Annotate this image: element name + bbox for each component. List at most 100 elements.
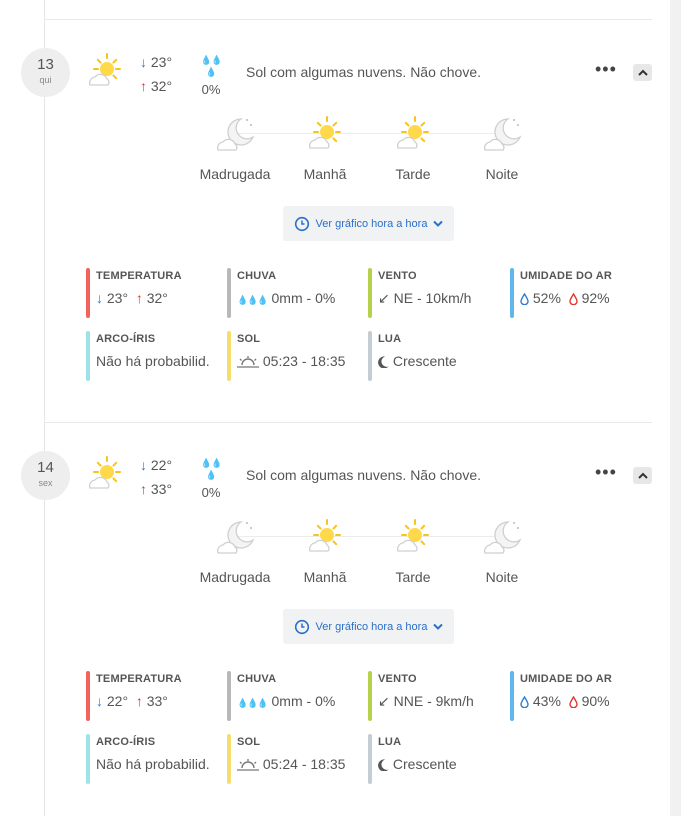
collapse-button[interactable] xyxy=(633,467,652,484)
arrow-down-icon: ↓ xyxy=(140,54,147,70)
rain-summary: 💧💧💧 0% xyxy=(198,457,224,500)
stat-color-bar xyxy=(227,671,231,721)
stat-value: Crescente xyxy=(378,756,498,772)
stat-color-bar xyxy=(368,331,372,381)
humidity-max: 92% xyxy=(581,290,610,306)
stat-title: SOL xyxy=(237,333,261,345)
stat-arco-iris: ARCO-ÍRIS Não há probabilid. xyxy=(86,331,216,381)
wind-value: NNE - 9km/h xyxy=(393,693,474,709)
period-noite: Noite xyxy=(457,517,547,585)
stat-value: 💧💧💧 0mm - 0% xyxy=(237,693,357,709)
sun-times: 05:24 - 18:35 xyxy=(262,756,346,772)
stat-lua: LUA Crescente xyxy=(368,331,498,381)
collapse-button[interactable] xyxy=(633,64,652,81)
day-number: 14 xyxy=(37,459,54,476)
arrow-down-icon: ↓ xyxy=(96,693,103,709)
sun-times: 05:23 - 18:35 xyxy=(262,353,346,369)
stat-vento: VENTO ↙ NNE - 9km/h xyxy=(368,671,498,721)
stat-value: ↙ NE - 10km/h xyxy=(378,290,498,307)
raindrops-icon: 💧💧💧 xyxy=(200,458,222,480)
arrow-down-icon: ↓ xyxy=(96,290,103,306)
humidity-min: 52% xyxy=(532,290,561,306)
hourly-chart-button[interactable]: Ver gráfico hora a hora xyxy=(283,609,454,644)
period-label: Noite xyxy=(485,569,519,585)
stat-value: Não há probabilid. xyxy=(96,353,210,369)
sun-cloud-icon xyxy=(397,116,429,149)
stat-color-bar xyxy=(86,734,90,784)
stat-vento: VENTO ↙ NE - 10km/h xyxy=(368,268,498,318)
stat-value: 05:24 - 18:35 xyxy=(237,756,357,772)
period-label: Noite xyxy=(485,166,519,182)
stat-value: ↓ 23° ↑ 32° xyxy=(96,290,216,306)
stat-color-bar xyxy=(227,268,231,318)
temp-min: 22° xyxy=(150,457,173,473)
stat-title: LUA xyxy=(378,736,402,748)
clock-icon xyxy=(294,216,309,231)
humidity-max: 90% xyxy=(581,693,610,709)
stat-title: ARCO-ÍRIS xyxy=(96,736,156,748)
stat-color-bar xyxy=(510,671,514,721)
hourly-chart-label: Ver gráfico hora a hora xyxy=(315,620,428,633)
clock-icon xyxy=(294,619,309,634)
arrow-up-icon: ↑ xyxy=(140,78,147,94)
temp-min: 23° xyxy=(106,290,129,306)
hourly-chart-label: Ver gráfico hora a hora xyxy=(315,217,428,230)
arrow-down-icon: ↓ xyxy=(140,457,147,473)
stat-title: ARCO-ÍRIS xyxy=(96,333,156,345)
period-manha: Manhã xyxy=(280,517,370,585)
period-label: Tarde xyxy=(395,569,431,585)
sun-cloud-icon xyxy=(309,519,341,552)
temp-max: 32° xyxy=(146,290,168,306)
day-forecast-14: 14 sex ↓ 22° ↑ 33° 💧💧💧 0% Sol com alguma… xyxy=(0,451,670,831)
more-options-icon[interactable]: ••• xyxy=(595,60,617,78)
stat-value: ↙ NNE - 9km/h xyxy=(378,693,498,710)
moon-phase-icon xyxy=(378,759,389,772)
temp-max: 33° xyxy=(146,693,168,709)
period-madrugada: Madrugada xyxy=(190,517,280,585)
sun-cloud-icon xyxy=(85,454,125,494)
stat-value: 💧💧💧 0mm - 0% xyxy=(237,290,357,306)
period-label: Manhã xyxy=(303,569,347,585)
moon-phase: Crescente xyxy=(392,756,457,772)
temperature-summary: ↓ 22° ↑ 33° xyxy=(140,453,172,501)
stat-value: 43% 90% xyxy=(520,693,640,709)
more-options-icon[interactable]: ••• xyxy=(595,463,617,481)
stat-sol: SOL 05:23 - 18:35 xyxy=(227,331,357,381)
period-label: Manhã xyxy=(303,166,347,182)
stat-title: TEMPERATURA xyxy=(96,673,182,685)
date-badge: 14 sex xyxy=(21,451,70,500)
period-label: Tarde xyxy=(395,166,431,182)
sun-cloud-icon xyxy=(397,519,429,552)
stat-color-bar xyxy=(368,734,372,784)
drop-low-icon xyxy=(520,696,529,709)
hourly-chart-button[interactable]: Ver gráfico hora a hora xyxy=(283,206,454,241)
stat-lua: LUA Crescente xyxy=(368,734,498,784)
stat-color-bar xyxy=(86,671,90,721)
stat-title: VENTO xyxy=(378,673,417,685)
weekday: sex xyxy=(38,478,53,488)
drop-high-icon xyxy=(569,293,578,306)
day-separator xyxy=(45,19,652,20)
stat-title: LUA xyxy=(378,333,402,345)
stat-value: ↓ 22° ↑ 33° xyxy=(96,693,216,709)
period-manha: Manhã xyxy=(280,114,370,182)
temperature-summary: ↓ 23° ↑ 32° xyxy=(140,50,172,98)
drop-high-icon xyxy=(569,696,578,709)
scrollbar-track[interactable] xyxy=(670,0,681,816)
stat-color-bar xyxy=(86,268,90,318)
moon-cloud-icon xyxy=(217,521,255,554)
stat-value: 52% 92% xyxy=(520,290,640,306)
temp-max: 33° xyxy=(150,481,173,497)
period-label: Madrugada xyxy=(199,166,271,182)
stat-title: CHUVA xyxy=(237,270,277,282)
stat-color-bar xyxy=(510,268,514,318)
stat-title: SOL xyxy=(237,736,261,748)
stat-temperatura: TEMPERATURA ↓ 23° ↑ 32° xyxy=(86,268,216,318)
rain-probability: 0% xyxy=(201,485,221,500)
sun-cloud-icon xyxy=(309,116,341,149)
stat-title: VENTO xyxy=(378,270,417,282)
stat-chuva: CHUVA 💧💧💧 0mm - 0% xyxy=(227,671,357,721)
stat-color-bar xyxy=(227,331,231,381)
stat-value: 05:23 - 18:35 xyxy=(237,353,357,369)
drop-low-icon xyxy=(520,293,529,306)
